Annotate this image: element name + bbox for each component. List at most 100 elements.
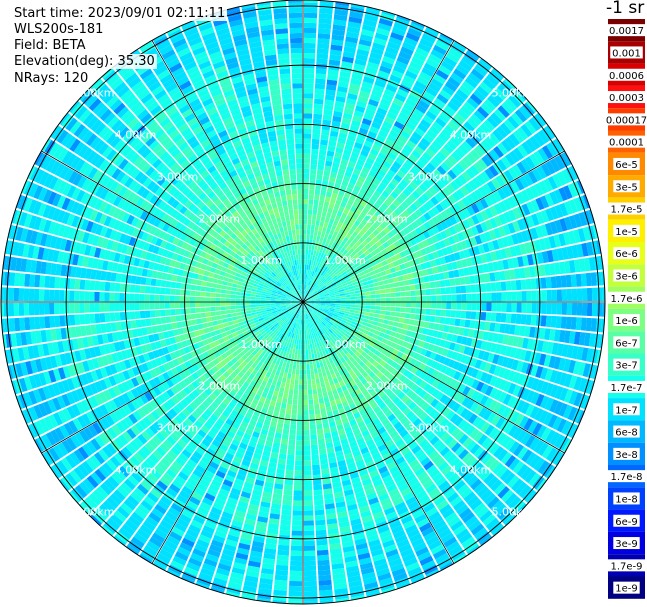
ray-gate bbox=[305, 349, 309, 355]
ray-gate bbox=[194, 296, 201, 302]
ray-gate bbox=[54, 276, 61, 289]
ray-gate bbox=[317, 564, 331, 571]
ray-gate bbox=[309, 414, 315, 420]
ray-gate bbox=[415, 302, 422, 308]
ray-gate bbox=[306, 364, 310, 370]
ray-gate bbox=[84, 313, 91, 325]
ray-gate bbox=[104, 312, 111, 323]
ray-gate bbox=[303, 480, 312, 486]
ray-gate bbox=[354, 310, 360, 314]
ray-gate bbox=[114, 292, 120, 302]
ray-gate bbox=[140, 319, 147, 328]
ray-gate bbox=[310, 439, 318, 446]
ray-gate bbox=[14, 317, 21, 332]
ray-gate bbox=[225, 302, 231, 306]
ray-gate bbox=[355, 302, 361, 305]
ray-gate bbox=[185, 290, 191, 296]
ray-gate bbox=[459, 319, 466, 328]
ray-gate bbox=[360, 308, 366, 312]
ray-gate bbox=[312, 469, 321, 476]
ray-gate bbox=[470, 311, 477, 320]
ray-gate bbox=[310, 369, 315, 375]
ray-gate bbox=[480, 311, 487, 321]
ray-gate bbox=[293, 394, 298, 400]
ray-gate bbox=[293, 490, 303, 496]
ray-gate bbox=[303, 349, 306, 355]
ray-gate bbox=[286, 459, 295, 466]
ray-gate bbox=[235, 291, 241, 296]
ray-gate bbox=[277, 458, 286, 465]
ray-gate bbox=[277, 391, 284, 398]
ray-gate bbox=[205, 302, 211, 307]
ray-gate bbox=[194, 302, 201, 308]
ray-gate bbox=[291, 540, 303, 546]
ray-gate bbox=[310, 434, 317, 441]
ray-gate bbox=[13, 287, 20, 302]
ray-gate bbox=[314, 514, 326, 521]
ray-gate bbox=[389, 316, 395, 322]
ray-gate bbox=[575, 317, 582, 331]
ray-gate bbox=[155, 279, 162, 287]
ray-gate bbox=[303, 409, 309, 416]
ray-gate bbox=[226, 286, 232, 291]
ray-gate bbox=[211, 316, 217, 322]
ray-gate bbox=[284, 413, 291, 420]
ray-gate bbox=[281, 438, 289, 445]
ray-gate bbox=[245, 302, 251, 305]
ray-gate bbox=[109, 312, 116, 322]
ray-gate bbox=[283, 372, 288, 379]
ray-gate bbox=[294, 354, 298, 360]
ray-gate bbox=[501, 302, 507, 312]
ray-gate bbox=[335, 303, 341, 306]
ray-gate bbox=[317, 433, 325, 440]
ray-gate bbox=[94, 302, 100, 313]
ray-gate bbox=[304, 334, 307, 340]
ray-gate bbox=[308, 349, 312, 355]
ray-gate bbox=[99, 281, 106, 291]
ray-gate bbox=[255, 294, 261, 298]
ray-gate bbox=[516, 302, 522, 313]
ray-gate bbox=[286, 378, 291, 384]
ray-gate bbox=[221, 280, 228, 286]
ray-gate bbox=[221, 314, 227, 319]
ray-gate bbox=[104, 302, 110, 312]
ray-gate bbox=[207, 321, 214, 328]
ray-gate bbox=[288, 590, 303, 597]
ray-gate bbox=[315, 524, 327, 531]
ray-gate bbox=[255, 299, 261, 302]
ray-gate bbox=[311, 459, 320, 466]
ray-gate bbox=[59, 277, 66, 289]
ray-gate bbox=[290, 378, 295, 385]
ray-gate bbox=[200, 286, 207, 292]
ray-gate bbox=[134, 311, 141, 320]
ray-gate bbox=[28, 302, 35, 316]
ray-gate bbox=[69, 302, 75, 314]
ray-gate bbox=[309, 364, 314, 370]
ray-gate bbox=[309, 424, 316, 430]
ray-gate bbox=[311, 353, 315, 359]
ray-gate bbox=[541, 302, 547, 314]
ray-gate bbox=[217, 319, 223, 325]
ray-gate bbox=[33, 302, 40, 316]
ray-gate bbox=[318, 569, 331, 576]
ray-gate bbox=[149, 294, 155, 302]
ray-gate bbox=[294, 379, 299, 385]
ray-gate bbox=[199, 302, 206, 308]
ray-gate bbox=[292, 510, 303, 516]
ray-gate bbox=[471, 302, 477, 311]
ray-gate bbox=[319, 448, 327, 455]
ray-gate bbox=[245, 293, 251, 297]
ray-gate bbox=[200, 291, 206, 297]
ray-gate bbox=[235, 305, 241, 309]
ray-gate bbox=[316, 428, 324, 435]
ray-gate bbox=[170, 315, 177, 323]
ray-gate bbox=[230, 290, 236, 295]
ray-gate bbox=[380, 302, 386, 307]
ray-gate bbox=[94, 313, 101, 324]
ray-gate bbox=[317, 388, 323, 394]
ray-gate bbox=[318, 397, 325, 404]
ray-gate bbox=[297, 404, 303, 411]
ray-gate bbox=[149, 310, 156, 318]
ray-gate bbox=[114, 302, 120, 312]
ray-gate bbox=[74, 278, 81, 290]
